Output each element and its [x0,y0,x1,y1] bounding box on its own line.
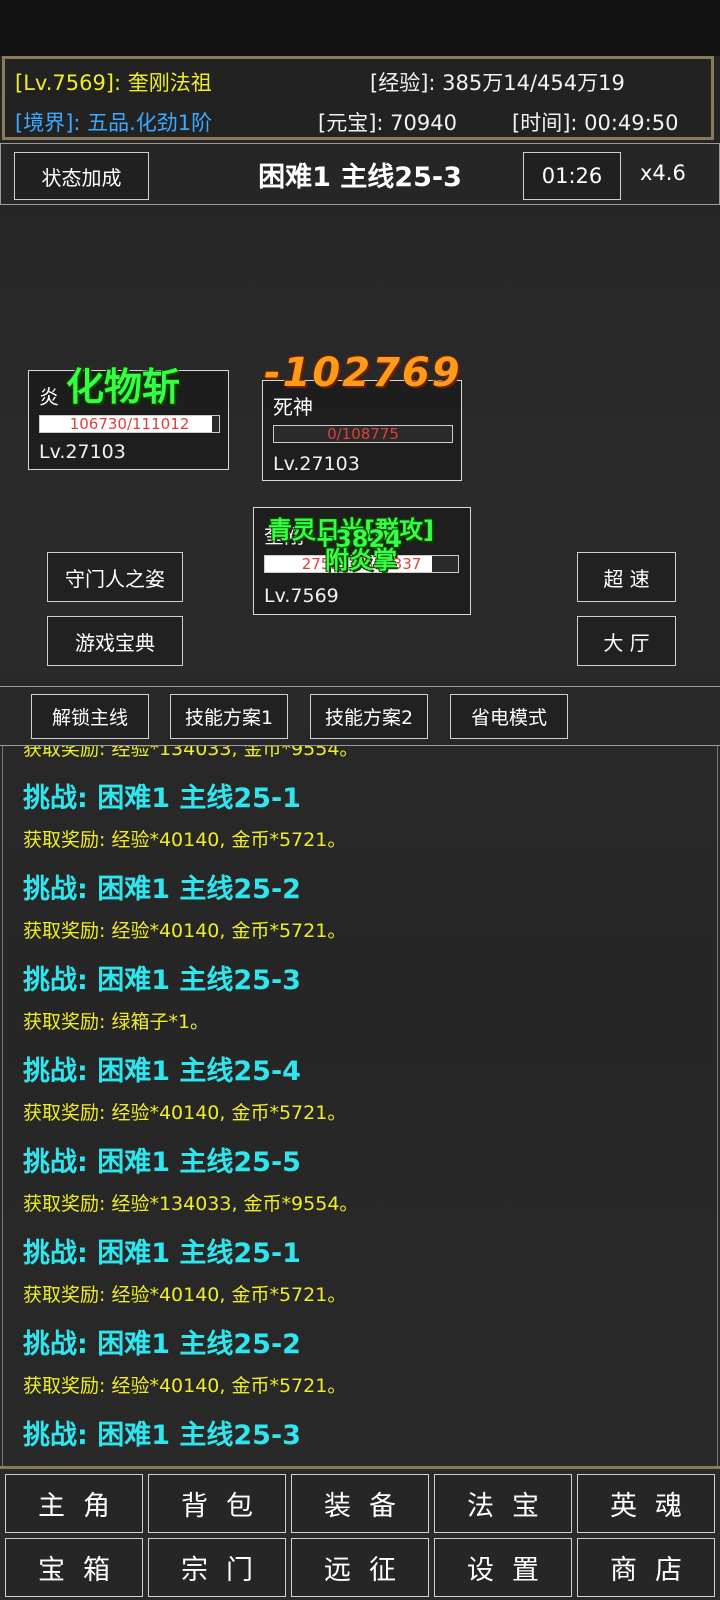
log-challenge-line: 挑战: 困难1 主线25-2 [23,1328,301,1360]
bottom-navigation: 主角 背包 装备 法宝 英魂宝箱 宗门 远征 设置 商店 [0,1466,720,1600]
log-reward-line: 获取奖励: 经验*40140, 金币*5721。 [23,1375,347,1397]
player-info-panel: [Lv.7569]: 奎刚法祖 [经验]: 385万14/454万19 [境界]… [2,56,714,140]
skill-effect-text-3: 附炎掌 [325,546,397,574]
status-bonus-button[interactable]: 状态加成 [14,152,149,200]
nav-button-0-0[interactable]: 主角 [5,1474,143,1533]
skill-plan-1-button[interactable]: 技能方案1 [170,694,288,739]
nav-button-0-1[interactable]: 背包 [148,1474,286,1533]
nav-button-0-3[interactable]: 法宝 [434,1474,572,1533]
exp-readout: [经验]: 385万14/454万19 [370,71,625,95]
nav-button-1-4[interactable]: 商店 [577,1538,715,1597]
speed-multiplier: x4.6 [640,161,686,185]
power-save-button[interactable]: 省电模式 [450,694,568,739]
status-bar-area [0,0,720,56]
nav-button-1-0[interactable]: 宝箱 [5,1538,143,1597]
time-readout: [时间]: 00:49:50 [512,111,679,135]
log-challenge-line: 挑战: 困难1 主线25-3 [23,964,301,996]
log-reward-line: 获取奖励: 经验*40140, 金币*5721。 [23,1284,347,1306]
game-codex-button[interactable]: 游戏宝典 [47,616,183,666]
stage-timer: 01:26 [523,152,621,200]
nav-button-1-1[interactable]: 宗门 [148,1538,286,1597]
battle-log[interactable]: 获取奖励: 经验*134033, 金币*9554。 挑战: 困难1 主线25-1 获… [2,746,718,1466]
unlock-mainline-button[interactable]: 解锁主线 [31,694,149,739]
log-reward-line: 获取奖励: 经验*40140, 金币*5721。 [23,829,347,851]
log-challenge-line: 挑战: 困难1 主线25-4 [23,1055,301,1087]
nav-button-1-3[interactable]: 设置 [434,1538,572,1597]
log-reward-line: 获取奖励: 经验*40140, 金币*5721。 [23,920,347,942]
skill-plan-2-button[interactable]: 技能方案2 [310,694,428,739]
skill-effect-text: 化物斩 [66,365,181,409]
player-level-name: [Lv.7569]: 奎刚法祖 [15,71,212,95]
ally-hp-bar: 106730/111012 [39,415,220,433]
log-challenge-line: 挑战: 困难1 主线25-5 [23,1146,301,1178]
log-reward-line: 获取奖励: 经验*134033, 金币*9554。 [23,746,359,760]
enemy-hp-text: 0/108775 [327,425,399,443]
log-challenge-line: 挑战: 困难1 主线25-1 [23,1237,301,1269]
super-speed-button[interactable]: 超 速 [577,552,676,602]
ally-name: 炎 [39,385,59,409]
ally-hp-text: 106730/111012 [69,415,190,433]
nav-button-1-2[interactable]: 远征 [291,1538,429,1597]
yuanbao-readout: [元宝]: 70940 [318,111,457,135]
log-reward-line: 获取奖励: 经验*40140, 金币*5721。 [23,1102,347,1124]
stage-title: 困难1 主线25-3 [258,162,462,193]
log-reward-line: 获取奖励: 经验*134033, 金币*9554。 [23,1193,359,1215]
log-challenge-line: 挑战: 困难1 主线25-1 [23,782,301,814]
enemy-level: Lv.27103 [273,453,360,475]
log-reward-line: 获取奖励: 绿箱子*1。 [23,1011,210,1033]
log-challenge-line: 挑战: 困难1 主线25-2 [23,873,301,905]
log-challenge-line: 挑战: 困难1 主线25-3 [23,1419,301,1451]
enemy-hp-bar: 0/108775 [273,425,453,443]
player-level: Lv.7569 [264,585,339,607]
realm-readout: [境界]: 五品.化劲1阶 [15,111,213,135]
lobby-button[interactable]: 大 厅 [577,616,676,666]
ally-level: Lv.27103 [39,441,126,463]
nav-button-0-2[interactable]: 装备 [291,1474,429,1533]
guardian-pose-button[interactable]: 守门人之姿 [47,552,183,602]
damage-number: -102769 [264,350,462,396]
nav-button-0-4[interactable]: 英魂 [577,1474,715,1533]
